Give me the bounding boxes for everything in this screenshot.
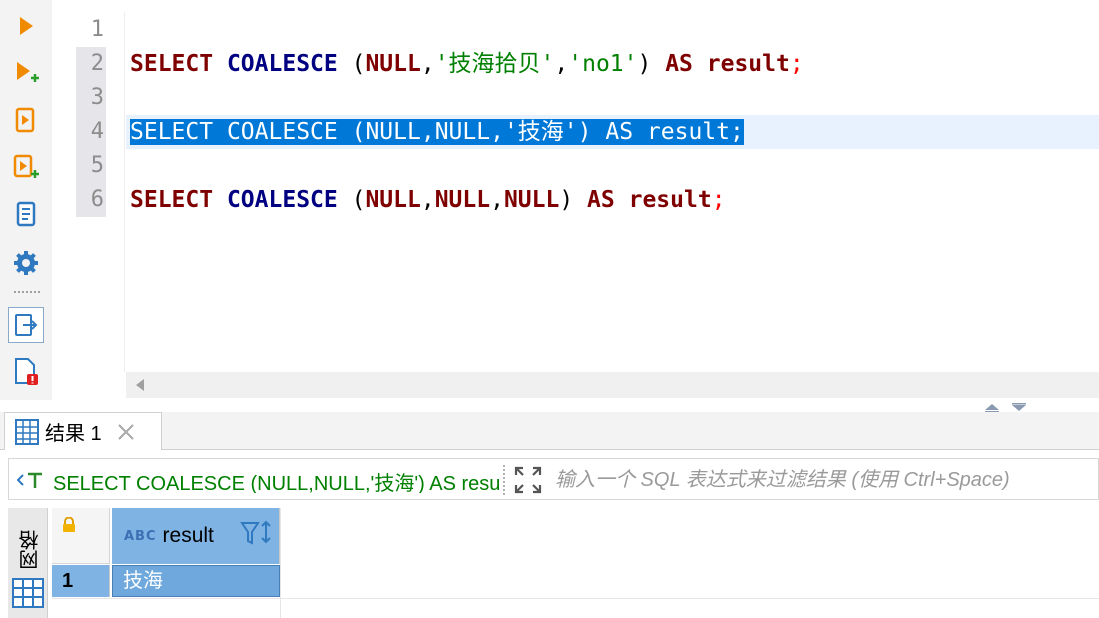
keyword: NULL	[365, 187, 421, 213]
keyword: NULL	[434, 119, 491, 145]
keyword: NULL	[365, 51, 421, 77]
keyword: result	[628, 187, 712, 213]
filter-sort-icon[interactable]	[240, 520, 276, 552]
source-query-text[interactable]: SELECT COALESCE (NULL,NULL,'技海') AS resu…	[53, 467, 499, 493]
lock-icon	[63, 517, 75, 532]
keyword: result	[706, 51, 790, 77]
punctuation: ,	[420, 119, 435, 145]
punctuation: ,	[554, 51, 569, 77]
line-number: 6	[76, 183, 106, 217]
code-line-6[interactable]: SELECT COALESCE (NULL,NULL,NULL) AS resu…	[130, 183, 726, 217]
keyword: NULL	[434, 187, 491, 213]
execute-script-button[interactable]	[8, 102, 44, 138]
semicolon: ;	[730, 119, 744, 145]
line-number: 3	[76, 81, 106, 115]
scroll-left-icon[interactable]	[136, 379, 144, 391]
keyword: result	[646, 119, 730, 145]
line-number: 2	[76, 47, 106, 81]
punctuation: )	[637, 51, 666, 77]
text-selection: SELECT COALESCE (NULL,NULL,'技海') AS resu…	[130, 119, 744, 145]
punctuation: )	[559, 187, 588, 213]
string-literal: '技海拾贝'	[434, 51, 555, 77]
semicolon: ;	[711, 187, 726, 213]
line-number: 5	[76, 149, 106, 183]
punctuation: )	[577, 119, 606, 145]
error-log-icon	[15, 358, 38, 385]
result-cell[interactable]: 技海	[112, 565, 280, 597]
keyword: AS	[605, 119, 634, 145]
code-line-2[interactable]: SELECT COALESCE (NULL,'技海拾贝','no1') AS r…	[130, 47, 804, 81]
minimize-panel-icon[interactable]	[1012, 403, 1026, 411]
sql-editor[interactable]: 1 2 3 4 5 6 SELECT COALESCE (NULL,'技海拾贝'…	[52, 12, 1099, 372]
filter-input[interactable]	[555, 465, 1095, 495]
settings-icon	[14, 251, 38, 275]
grid-corner[interactable]	[52, 508, 110, 564]
punctuation: ,	[420, 187, 435, 213]
punctuation: (	[337, 51, 366, 77]
column-name: result	[162, 524, 214, 547]
export-icon	[15, 314, 38, 336]
line-number: 4	[76, 115, 106, 149]
explain-plan-icon	[16, 201, 36, 227]
result-grid: ABC result 1 技海	[52, 508, 1099, 618]
execute-new-tab-icon	[17, 62, 39, 82]
execute-script-new-tab-icon	[13, 154, 39, 178]
code-line-4[interactable]: SELECT COALESCE (NULL,NULL,'技海') AS resu…	[130, 115, 744, 149]
tab-result-1[interactable]: 结果 1	[4, 412, 162, 450]
column-divider	[280, 508, 281, 618]
row-divider	[52, 598, 1099, 599]
row-number[interactable]: 1	[52, 565, 110, 597]
close-icon[interactable]	[116, 422, 136, 442]
horizontal-scrollbar[interactable]	[126, 372, 1099, 398]
results-tab-bar: 结果 1	[0, 412, 1099, 450]
string-literal: '技海'	[503, 119, 578, 145]
result-filter-bar: SELECT COALESCE (NULL,NULL,'技海') AS resu…	[8, 458, 1099, 500]
keyword: NULL	[503, 187, 560, 213]
punctuation: (	[337, 187, 366, 213]
string-type-icon: ABC	[124, 528, 157, 544]
function-name: COALESCE	[226, 119, 338, 145]
punctuation: ,	[490, 119, 504, 145]
error-log-button[interactable]	[8, 354, 44, 390]
expand-icon[interactable]	[513, 465, 543, 495]
filter-divider	[503, 465, 505, 495]
toolbar-separator	[14, 291, 40, 293]
line-number-gutter: 1 2 3 4 5 6	[52, 12, 125, 372]
tab-label: 结果 1	[45, 423, 102, 445]
column-header-result[interactable]: ABC result	[112, 508, 280, 564]
view-switcher: 网格	[8, 508, 48, 618]
execute-button[interactable]	[8, 8, 44, 44]
keyword: AS	[587, 187, 615, 213]
grid-view-icon[interactable]	[12, 578, 44, 608]
line-number: 1	[90, 17, 104, 42]
execute-icon	[20, 17, 33, 35]
keyword: AS	[665, 51, 693, 77]
string-literal: 'no1'	[568, 51, 638, 77]
keyword: SELECT	[130, 119, 214, 145]
function-name: COALESCE	[226, 51, 338, 77]
settings-button[interactable]	[8, 245, 44, 281]
punctuation: ,	[490, 187, 504, 213]
punctuation: ,	[420, 51, 435, 77]
grid-view-label[interactable]: 网格	[16, 530, 45, 570]
execute-script-new-tab-button[interactable]	[8, 149, 44, 185]
editor-toolbar	[0, 0, 52, 400]
export-button[interactable]	[8, 307, 44, 343]
semicolon: ;	[789, 51, 804, 77]
keyword: SELECT	[130, 51, 214, 77]
punctuation: (	[337, 119, 366, 145]
sql-query-icon	[17, 472, 42, 488]
grid-table-icon	[15, 418, 39, 445]
keyword: SELECT	[130, 187, 214, 213]
execute-new-tab-button[interactable]	[8, 55, 44, 91]
function-name: COALESCE	[226, 187, 338, 213]
explain-plan-button[interactable]	[8, 196, 44, 232]
execute-script-icon	[15, 107, 35, 133]
keyword: NULL	[365, 119, 421, 145]
